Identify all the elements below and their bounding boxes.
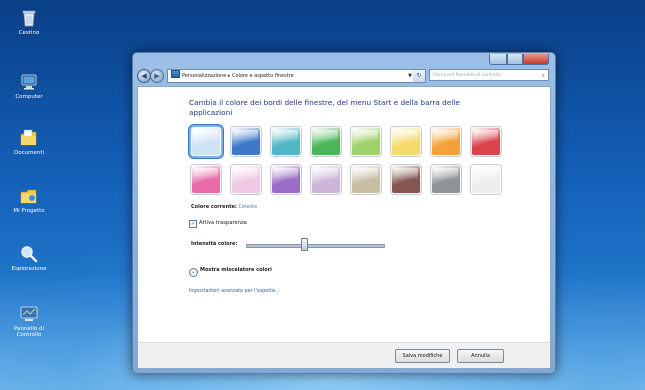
search-icon: ⌕ (541, 72, 545, 79)
color-swatch[interactable] (191, 127, 221, 156)
color-swatch[interactable] (271, 127, 301, 156)
intensity-slider-track[interactable] (246, 244, 385, 248)
forward-button[interactable]: ▶ (150, 69, 164, 83)
desktop-icon-documents[interactable]: Documenti (10, 128, 48, 156)
documents-folder-icon (20, 129, 37, 146)
color-swatch[interactable] (431, 127, 461, 156)
transparency-option[interactable]: ✓ Attiva trasparenza (189, 220, 247, 228)
chevron-down-icon[interactable]: ▼ (408, 70, 412, 82)
desktop-icon-label: Esplorazione (11, 266, 47, 272)
current-color-text: Colore corrente: Celeste (191, 204, 257, 210)
color-swatch[interactable] (311, 165, 341, 194)
desktop-icon-label: Cestino (18, 30, 40, 36)
desktop-icon-projects[interactable]: Mi Progetto (10, 186, 48, 214)
address-bar[interactable]: Personalizzazione ▸ Colore e aspetto fin… (167, 69, 415, 83)
personalization-window: ◀ ▶ Personalizzazione ▸ Colore e aspetto… (132, 52, 556, 374)
page-title: Cambia il colore dei bordi delle finestr… (189, 98, 460, 117)
breadcrumb: Personalizzazione ▸ Colore e aspetto fin… (182, 73, 294, 79)
transparency-checkbox[interactable]: ✓ (189, 220, 197, 228)
desktop-background: Cestino Computer Documenti Mi Progetto E… (0, 0, 645, 390)
color-intensity-control: Intensità colore: (189, 238, 389, 251)
color-swatch[interactable] (351, 127, 381, 156)
color-swatch[interactable] (231, 127, 261, 156)
color-swatch[interactable] (431, 165, 461, 194)
desktop-icon-recycle-bin[interactable]: Cestino (10, 8, 48, 36)
color-swatch[interactable] (391, 165, 421, 194)
content-pane: Cambia il colore dei bordi delle finestr… (137, 86, 551, 369)
dialog-footer: Salva modifiche Annulla (138, 342, 550, 368)
color-mixer-label: Mostra miscelatore colori (200, 267, 272, 273)
current-color-label: Colore corrente: (191, 204, 237, 210)
search-magnifier-icon (21, 246, 38, 263)
desktop-icon-label: Documenti (13, 150, 45, 156)
window-caption-buttons (489, 54, 549, 65)
current-color-value: Celeste (238, 204, 258, 210)
transparency-label: Attiva trasparenza (199, 220, 247, 226)
color-swatch[interactable] (231, 165, 261, 194)
color-swatch[interactable] (271, 165, 301, 194)
color-swatch[interactable] (391, 127, 421, 156)
desktop-icon-label: Computer (15, 94, 43, 100)
search-placeholder: Cerca nel Pannello di controllo (433, 73, 502, 78)
refresh-button[interactable]: ↻ (413, 69, 426, 83)
intensity-label: Intensità colore: (191, 241, 238, 247)
control-panel-icon (20, 306, 38, 321)
minimize-button[interactable] (489, 54, 507, 65)
refresh-icon: ↻ (416, 72, 422, 79)
color-swatch[interactable] (351, 165, 381, 194)
color-swatch[interactable] (471, 127, 501, 156)
maximize-button[interactable] (507, 54, 523, 65)
color-swatch[interactable] (471, 165, 501, 194)
control-panel-icon (171, 70, 180, 78)
back-arrow-icon: ◀ (141, 72, 147, 80)
chevron-down-icon[interactable]: ⌄ (189, 268, 198, 277)
desktop-icon-explore[interactable]: Esplorazione (10, 244, 48, 272)
projects-folder-icon (20, 189, 37, 204)
recycle-bin-icon (22, 10, 36, 27)
navigation-bar: ◀ ▶ Personalizzazione ▸ Colore e aspetto… (137, 69, 551, 83)
desktop-icon-label: Mi Progetto (13, 208, 45, 214)
forward-arrow-icon: ▶ (154, 72, 160, 80)
intensity-slider-thumb[interactable] (301, 238, 309, 251)
color-swatch[interactable] (191, 165, 221, 194)
color-mixer-toggle[interactable]: ⌄ Mostra miscelatore colori (189, 267, 272, 277)
desktop-icon-control-panel[interactable]: Pannello di Controllo (10, 304, 48, 338)
cancel-button[interactable]: Annulla (457, 349, 504, 363)
back-button[interactable]: ◀ (137, 69, 151, 83)
advanced-appearance-link[interactable]: Impostazioni avanzate per l'aspetto... (189, 289, 279, 294)
color-swatch[interactable] (311, 127, 341, 156)
computer-icon (21, 74, 37, 90)
search-input[interactable]: Cerca nel Pannello di controllo ⌕ (429, 69, 549, 81)
desktop-icon-computer[interactable]: Computer (10, 72, 48, 100)
desktop-icon-label: Pannello di Controllo (14, 326, 44, 339)
save-changes-button[interactable]: Salva modifiche (395, 349, 450, 363)
close-button[interactable] (523, 54, 549, 65)
